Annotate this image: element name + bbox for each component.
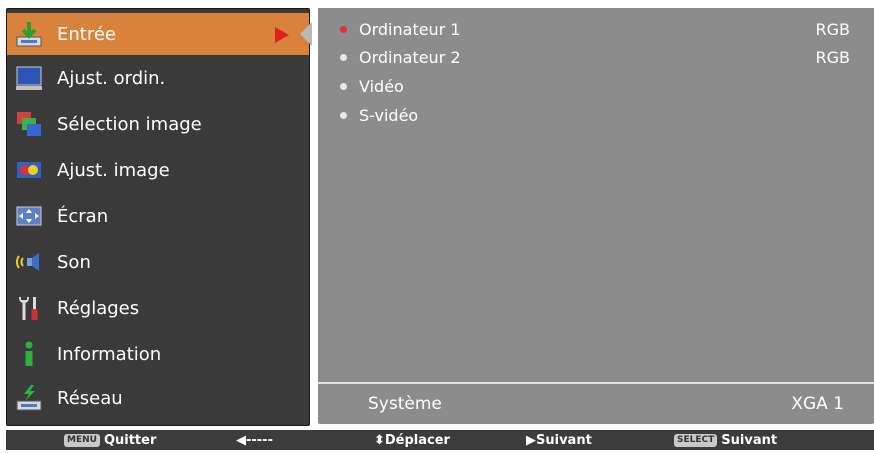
option-ordinateur-2[interactable]: Ordinateur 2 RGB (340, 46, 850, 68)
hint-move-label: ⬍Déplacer (374, 432, 450, 448)
input-icon (15, 20, 43, 48)
input-options-list: Ordinateur 1 RGB Ordinateur 2 RGB Vidéo … (318, 8, 874, 378)
image-select-icon (15, 110, 43, 138)
menu-item-label: Entrée (57, 23, 116, 45)
menu-item-label: Réseau (57, 387, 123, 409)
hint-back: ◀----- (236, 430, 273, 450)
menu-item-ecran[interactable]: Écran (7, 195, 309, 237)
hint-select-next: SELECT Suivant (674, 430, 777, 450)
system-value: XGA 1 (791, 394, 844, 414)
hint-select-next-label: Suivant (721, 432, 778, 448)
menu-item-entree[interactable]: Entrée (7, 13, 309, 55)
info-icon (15, 340, 43, 368)
screen-icon (15, 202, 43, 230)
submenu-panel: Ordinateur 1 RGB Ordinateur 2 RGB Vidéo … (318, 8, 874, 424)
option-label: Ordinateur 2 (359, 47, 461, 67)
hint-next: ▶Suivant (526, 430, 592, 450)
selection-arrow-icon (275, 27, 289, 43)
menu-item-son[interactable]: Son (7, 241, 309, 283)
projector-osd: Entrée Ajust. ordin. Sélection image Aju… (0, 0, 874, 453)
menu-item-label: Information (57, 343, 162, 365)
hint-quit-label: Quitter (103, 432, 157, 448)
menu-item-reglages[interactable]: Réglages (7, 287, 309, 329)
menu-item-label: Son (57, 251, 91, 273)
option-label: Ordinateur 1 (359, 19, 461, 39)
radio-icon (340, 111, 347, 119)
hint-back-label: ◀----- (236, 432, 273, 448)
radio-icon (340, 82, 347, 90)
option-ordinateur-1[interactable]: Ordinateur 1 RGB (340, 18, 850, 40)
select-key-icon: SELECT (674, 433, 718, 447)
system-label: Système (368, 394, 442, 414)
hint-next-label: ▶Suivant (526, 432, 592, 448)
image-adjust-icon (15, 156, 43, 184)
menu-item-reseau[interactable]: Réseau (7, 377, 309, 419)
settings-tools-icon (15, 294, 43, 322)
main-menu: Entrée Ajust. ordin. Sélection image Aju… (6, 8, 310, 426)
menu-key-icon: MENU (64, 433, 100, 447)
menu-item-label: Réglages (57, 297, 140, 319)
option-s-video[interactable]: S-vidéo (340, 104, 850, 126)
system-row[interactable]: Système XGA 1 (318, 384, 874, 424)
menu-item-label: Écran (57, 205, 109, 227)
menu-item-label: Sélection image (57, 113, 202, 135)
radio-selected-icon (340, 25, 347, 33)
menu-item-label: Ajust. image (57, 159, 170, 181)
hint-quit: MENU Quitter (64, 430, 156, 450)
option-label: S-vidéo (359, 105, 419, 125)
option-video[interactable]: Vidéo (340, 75, 850, 97)
monitor-icon (15, 64, 43, 92)
speaker-icon (15, 248, 43, 276)
option-value: RGB (815, 19, 851, 39)
menu-item-information[interactable]: Information (7, 333, 309, 375)
menu-item-ajust-image[interactable]: Ajust. image (7, 149, 309, 191)
option-label: Vidéo (359, 76, 404, 96)
network-icon (15, 384, 43, 412)
menu-item-selection-image[interactable]: Sélection image (7, 103, 309, 145)
hint-move: ⬍Déplacer (374, 430, 450, 450)
help-bar: MENU Quitter ◀----- ⬍Déplacer ▶Suivant S… (6, 430, 874, 450)
menu-item-label: Ajust. ordin. (57, 67, 166, 89)
option-value: RGB (815, 47, 851, 67)
radio-icon (340, 53, 347, 61)
submenu-pointer-icon (300, 22, 312, 46)
menu-item-ajust-ordin[interactable]: Ajust. ordin. (7, 57, 309, 99)
